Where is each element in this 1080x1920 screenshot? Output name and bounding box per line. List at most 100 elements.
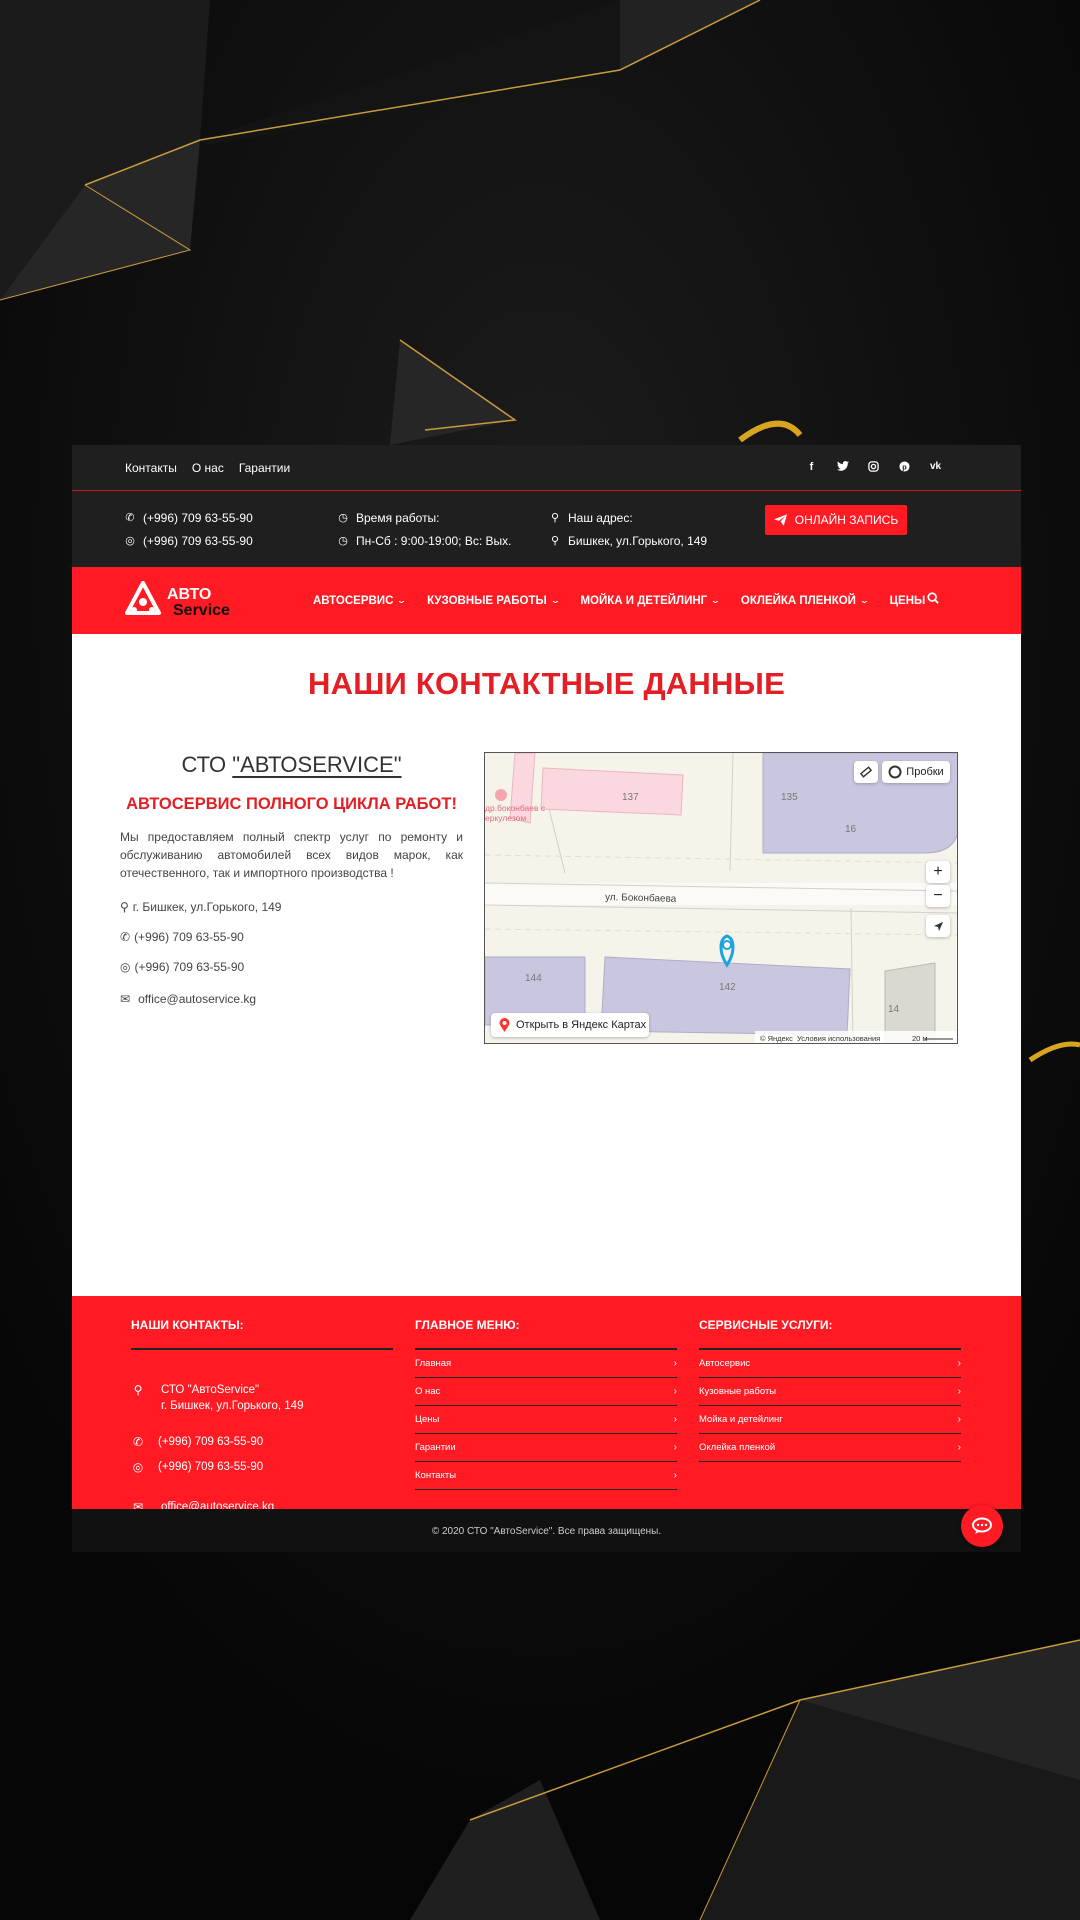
top-link-guarantees[interactable]: Гарантии <box>239 461 290 475</box>
site-page: Контакты О нас Гарантии f p vk ✆ (+996) 7… <box>72 445 1021 1552</box>
nav-item-label: ОКЛЕЙКА ПЛЕНКОЙ <box>740 594 856 607</box>
address-value: Бишкек, ул.Горького, 149 <box>568 533 708 548</box>
map-building-14: 14 <box>888 1004 900 1015</box>
contact-phone-text: (+996) 709 63-55-90 <box>134 930 244 944</box>
footer-address-text: г. Бишкек, ул.Горького, 149 <box>161 1400 304 1412</box>
contact-phone[interactable]: ✆ (+996) 709 63-55-90 <box>120 930 463 944</box>
company-prefix: СТО <box>181 752 233 777</box>
contact-email-text: office@autoservice.kg <box>138 992 257 1006</box>
nav-item-film-wrap[interactable]: ОКЛЕЙКА ПЛЕНКОЙ ⌄ <box>740 594 870 607</box>
nav-item-label: ЦЕНЫ <box>889 594 926 607</box>
paper-plane-icon <box>773 514 787 526</box>
logo-text-bottom: Service <box>173 602 230 619</box>
hours-block: ◷ Время работы: ◷ Пн-Сб : 9:00-19:00; Вс: … <box>338 506 511 552</box>
info-bar: ✆ (+996) 709 63-55-90 ◎ (+996) 709 63-55-9… <box>72 491 1021 567</box>
facebook-icon[interactable]: f <box>804 461 819 475</box>
yandex-map[interactable]: 137 135 16 144 142 14 ул. Боконбаева др.… <box>484 752 958 1044</box>
footer-services-title: СЕРВИСНЫЕ УСЛУГИ: <box>699 1318 961 1350</box>
map-building-144: 144 <box>525 973 542 984</box>
zoom-out-button[interactable]: − <box>926 885 950 907</box>
site-logo[interactable]: АВТО Service <box>125 580 245 620</box>
whatsapp-icon: ◎ <box>120 960 131 974</box>
footer-phone[interactable]: ✆ (+996) 709 63-55-90 <box>131 1434 263 1450</box>
location-pin-icon <box>499 1018 510 1032</box>
footer-link-label: Гарантии <box>415 1442 456 1453</box>
top-links: Контакты О нас Гарантии <box>125 461 290 475</box>
logo-text-top: АВТО <box>167 586 211 603</box>
header-phone-1[interactable]: (+996) 709 63-55-90 <box>143 511 253 525</box>
traffic-button[interactable]: Пробки <box>882 761 950 783</box>
footer-company-name: СТО "АвтоService" <box>161 1384 260 1396</box>
clock-icon: ◷ <box>338 512 348 524</box>
nav-item-label: КУЗОВНЫЕ РАБОТЫ <box>427 594 547 607</box>
zoom-in-button[interactable]: + <box>926 861 950 883</box>
contact-email[interactable]: ✉ office@autoservice.kg <box>120 992 463 1006</box>
footer-service-autoservice[interactable]: Автосервис › <box>699 1350 961 1378</box>
top-link-about[interactable]: О нас <box>192 461 224 475</box>
page-title: НАШИ КОНТАКТНЫЕ ДАННЫЕ <box>308 666 785 701</box>
copyright-bar: © 2020 СТО "АвтоService". Все права защи… <box>72 1509 1021 1552</box>
footer-contacts: НАШИ КОНТАКТЫ: ⚲ СТО "АвтоService" г. Биш… <box>131 1318 393 1514</box>
contacts-section: НАШИ КОНТАКТНЫЕ ДАННЫЕ СТО "АВТОSERVICE"… <box>72 634 1021 1296</box>
vk-icon[interactable]: vk <box>928 461 943 475</box>
twitter-icon[interactable] <box>835 460 850 475</box>
footer-whatsapp-text: (+996) 709 63-55-90 <box>158 1461 264 1473</box>
traffic-light-icon <box>888 765 902 779</box>
map-copyright: © Яндекс <box>760 1034 793 1043</box>
map-building-142: 142 <box>719 982 736 993</box>
footer-link-home[interactable]: Главная › <box>415 1350 677 1378</box>
map-terms[interactable]: Условия использования <box>797 1034 880 1043</box>
geolocation-icon[interactable] <box>926 915 950 937</box>
top-link-contacts[interactable]: Контакты <box>125 461 177 475</box>
footer-service-wash[interactable]: Мойка и детейлинг › <box>699 1406 961 1434</box>
company-slogan: АВТОСЕРВИС ПОЛНОГО ЦИКЛА РАБОТ! <box>126 795 457 813</box>
footer-link-guarantees[interactable]: Гарантии › <box>415 1434 677 1462</box>
pinterest-icon[interactable]: p <box>897 460 912 475</box>
footer-main-menu: ГЛАВНОЕ МЕНЮ: Главная › О нас › Цены › Гара… <box>415 1318 677 1490</box>
envelope-icon: ✉ <box>120 992 131 1006</box>
svg-text:p: p <box>902 462 907 471</box>
chevron-right-icon: › <box>673 1442 677 1453</box>
footer-whatsapp[interactable]: ◎ (+996) 709 63-55-90 <box>131 1459 263 1475</box>
nav-item-wash-detailing[interactable]: МОЙКА И ДЕТЕЙЛИНГ ⌄ <box>580 595 720 607</box>
ruler-icon[interactable] <box>854 761 878 783</box>
footer-service-film[interactable]: Оклейка пленкой › <box>699 1434 961 1462</box>
traffic-label: Пробки <box>906 766 944 778</box>
online-booking-label: ОНЛАЙН ЗАПИСЬ <box>794 513 899 527</box>
chevron-right-icon: › <box>673 1386 677 1397</box>
map-street-label: ул. Боконбаева <box>605 891 677 905</box>
chevron-down-icon: ⌄ <box>859 596 870 605</box>
hours-value: Пн-Сб : 9:00-19:00; Вс: Вых. <box>356 533 512 548</box>
nav-item-prices[interactable]: ЦЕНЫ <box>890 595 926 607</box>
clock-icon: ◷ <box>338 535 348 547</box>
footer-address: ⚲ СТО "АвтоService" г. Бишкек, ул.Горьког… <box>131 1382 304 1414</box>
chevron-right-icon: › <box>957 1414 961 1425</box>
footer-link-prices[interactable]: Цены › <box>415 1406 677 1434</box>
online-booking-button[interactable]: ОНЛАЙН ЗАПИСЬ <box>765 505 907 535</box>
phone-icon: ✆ <box>132 1435 144 1449</box>
search-icon[interactable] <box>927 592 939 607</box>
footer-link-about[interactable]: О нас › <box>415 1378 677 1406</box>
footer-menu-title: ГЛАВНОЕ МЕНЮ: <box>415 1318 677 1350</box>
open-in-yandex-maps-button[interactable]: Открыть в Яндекс Картах <box>491 1013 649 1037</box>
map-canvas: 137 135 16 144 142 14 ул. Боконбаева др.… <box>485 753 957 1043</box>
chevron-right-icon: › <box>673 1358 677 1369</box>
chat-bubble-icon <box>972 1517 992 1534</box>
chat-button[interactable] <box>961 1505 1003 1547</box>
nav-item-autoservice[interactable]: АВТОСЕРВИС ⌄ <box>313 595 407 607</box>
contact-address: ⚲ г. Бишкек, ул.Горького, 149 <box>120 900 463 914</box>
social-links: f p vk <box>804 461 943 475</box>
footer: НАШИ КОНТАКТЫ: ⚲ СТО "АвтоService" г. Биш… <box>72 1296 1021 1514</box>
nav-item-body-work[interactable]: КУЗОВНЫЕ РАБОТЫ ⌄ <box>427 594 560 607</box>
chevron-down-icon: ⌄ <box>396 596 407 605</box>
chevron-right-icon: › <box>673 1414 677 1425</box>
instagram-icon[interactable] <box>866 460 881 475</box>
footer-link-label: Контакты <box>415 1470 457 1481</box>
header-phone-2[interactable]: (+996) 709 63-55-90 <box>143 534 253 548</box>
footer-link-contacts[interactable]: Контакты › <box>415 1462 677 1490</box>
contact-whatsapp[interactable]: ◎ (+996) 709 63-55-90 <box>120 960 463 974</box>
phone-icon: ✆ <box>125 512 135 524</box>
contact-whatsapp-text: (+996) 709 63-55-90 <box>134 960 245 974</box>
open-in-yandex-maps-label: Открыть в Яндекс Картах <box>516 1019 647 1031</box>
footer-service-body-work[interactable]: Кузовные работы › <box>699 1378 961 1406</box>
